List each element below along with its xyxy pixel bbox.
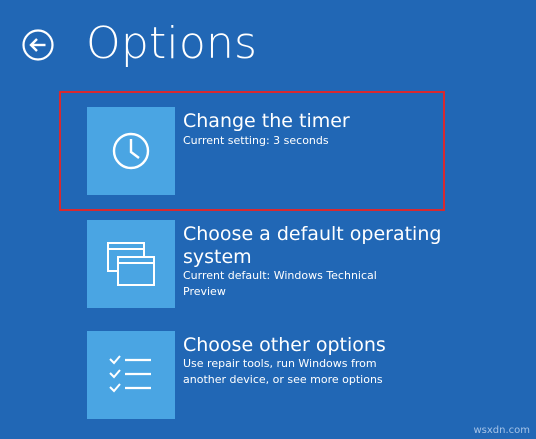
option-description: Current setting: 3 seconds xyxy=(183,134,329,147)
option-tile xyxy=(87,107,175,195)
windows-stack-icon xyxy=(107,242,155,286)
option-description: Current default: Windows Technical Previ… xyxy=(183,269,377,298)
option-label: Change the timer xyxy=(183,110,350,132)
option-other-options[interactable]: Choose other options Use repair tools, r… xyxy=(87,331,507,419)
checklist-icon xyxy=(109,355,151,393)
page-title: Options xyxy=(86,18,258,69)
watermark: wsxdn.com xyxy=(473,425,530,436)
option-default-os[interactable]: Choose a default operating system Curren… xyxy=(87,220,507,308)
option-change-timer[interactable]: Change the timer Current setting: 3 seco… xyxy=(87,107,507,195)
clock-icon xyxy=(112,132,150,170)
option-description: Use repair tools, run Windows from anoth… xyxy=(183,357,383,386)
back-button[interactable] xyxy=(22,29,54,61)
back-arrow-icon xyxy=(22,29,54,61)
option-label: Choose other options xyxy=(183,334,386,356)
option-label: Choose a default operating system xyxy=(183,223,442,268)
option-tile xyxy=(87,331,175,419)
option-tile xyxy=(87,220,175,308)
